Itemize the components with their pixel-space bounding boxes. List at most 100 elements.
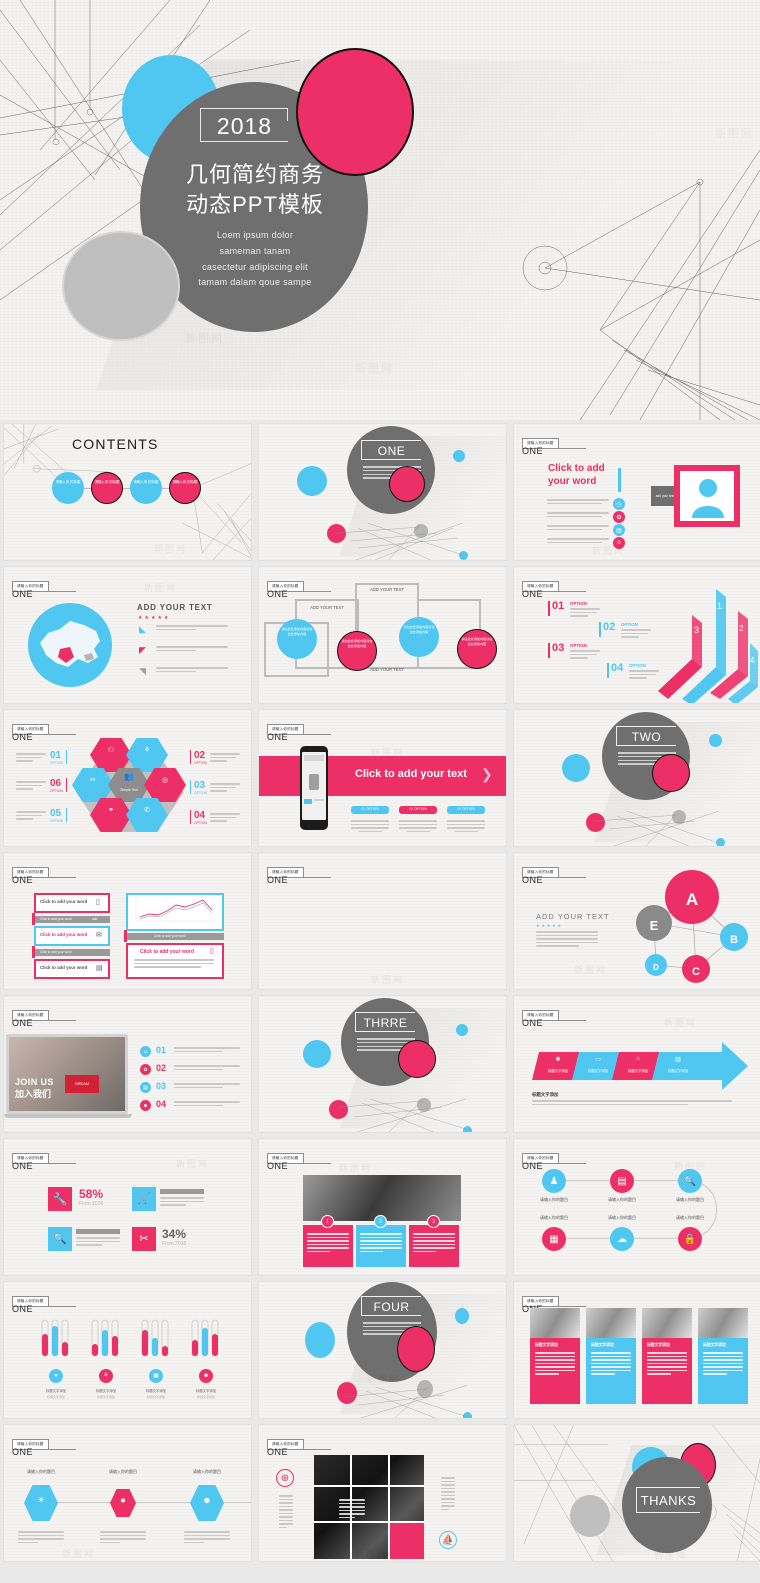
photo-card[interactable]: 标题文字添加 bbox=[642, 1308, 692, 1404]
slide-thumbnail-section-three[interactable]: THRRE bbox=[258, 995, 507, 1133]
contents-title: CONTENTS bbox=[72, 436, 159, 452]
svg-text:2: 2 bbox=[739, 624, 744, 633]
search-photo-icon: 🔍 bbox=[48, 1227, 72, 1251]
kpi-value: 34% bbox=[162, 1227, 187, 1241]
slide-header-rule bbox=[42, 877, 76, 878]
grid-icon[interactable]: ▦ bbox=[542, 1227, 566, 1251]
slide-thumbnail-photo-cards[interactable]: 请输入你的标题 ONE 标题文字添加标题文字添加标题文字添加标题文字添加 bbox=[513, 1281, 760, 1419]
contents-node-1[interactable] bbox=[52, 472, 84, 504]
profile-accent-line bbox=[618, 468, 621, 492]
slide-thumbnail-team-photo[interactable]: 请输入你的标题 ONE 1 2 3 新图网 bbox=[258, 1138, 507, 1276]
slide-thumbnail-contents[interactable]: CONTENTS 请输入你 的标题 请输入你 的标题 请输入你 的标题 请输入你… bbox=[3, 423, 252, 561]
map-marker-blue-icon: ◣ bbox=[139, 624, 146, 634]
option-number: 04 bbox=[611, 662, 624, 674]
phone-icon: ✆ bbox=[144, 807, 150, 814]
slide-thumbnail-mosaic[interactable]: 请输入你的标题 ONE ⊕ ⛵ 新图网 bbox=[258, 1424, 507, 1562]
contents-node-4[interactable] bbox=[169, 472, 201, 504]
slide-thumbnail-four-circles[interactable]: 请输入你的标题 ONE ADD YOUR TEXT ADD YOUR TEXT … bbox=[258, 566, 507, 704]
tube-icon-badge: ⚘ bbox=[99, 1369, 113, 1383]
item-number: 02 bbox=[156, 1063, 167, 1073]
thanks-word: THANKS bbox=[636, 1487, 700, 1513]
team-badge-1: 1 bbox=[321, 1215, 334, 1228]
circle-node-pink[interactable] bbox=[457, 629, 497, 669]
tube-icon-badge: ☻ bbox=[199, 1369, 213, 1383]
kpi-title-bar bbox=[76, 1229, 120, 1234]
line-chart-card[interactable] bbox=[126, 893, 224, 931]
slide-thumbnail-laptop[interactable]: 请输入你的标题 ONE JOIN US 加入我们 DREAM ☺ 01 ✿ 02 bbox=[3, 995, 252, 1133]
chevron-right-icon[interactable]: ❯ bbox=[481, 766, 493, 783]
svg-text:E: E bbox=[650, 918, 659, 933]
monitor-icon: ▤ bbox=[96, 965, 103, 972]
photo-card[interactable]: 标题文字添加 bbox=[586, 1308, 636, 1404]
circle-node-pink[interactable] bbox=[337, 631, 377, 671]
lock-icon[interactable]: 🔒 bbox=[678, 1227, 702, 1251]
slide-header-tag: 请输入你的标题 ONE bbox=[267, 860, 331, 885]
slide-thumbnail-map[interactable]: 请输入你的标题 ONE ADD YOUR TEXT ★★★★★ ◣ ◤ ◥ 新图… bbox=[3, 566, 252, 704]
cover-title-line2: 动态PPT模板 bbox=[186, 191, 324, 217]
card-title: 标题文字添加 bbox=[647, 1343, 670, 1347]
user-icon: ☻ bbox=[140, 1100, 151, 1111]
chain-label: 请输入你的题目 bbox=[676, 1197, 704, 1202]
tube-item[interactable]: ♦ 标题文字添加 标题文字添加 bbox=[36, 1318, 76, 1400]
laptop-base bbox=[4, 1114, 132, 1118]
photo-card[interactable]: 标题文字添加 bbox=[698, 1308, 748, 1404]
slide-header-rule bbox=[297, 1163, 331, 1164]
circle-node-blue[interactable] bbox=[399, 617, 439, 657]
slide-header-rule bbox=[297, 591, 331, 592]
slide-thumbnail-hex-timeline[interactable]: 请输入你的标题 ONE ☀ ✹ ☻ 请输入你的题目 请输入你的题目 请输入你的题… bbox=[3, 1424, 252, 1562]
cover-slide[interactable]: 2018 几何简约商务 动态PPT模板 Loem ipsum dolor sam… bbox=[0, 0, 760, 420]
building-icon: ▥ bbox=[675, 1057, 681, 1063]
slide-thumbnail-profile[interactable]: 请输入你的标题 ONE Click to add your word ◷ ✿ ▤… bbox=[513, 423, 760, 561]
laptop-badge: DREAM bbox=[65, 1075, 99, 1093]
hex-option-number: 06 bbox=[50, 778, 62, 789]
chart-icon[interactable]: ▤ bbox=[610, 1169, 634, 1193]
chain-label: 请输入你的题目 bbox=[540, 1215, 568, 1220]
photo-card[interactable]: 标题文字添加 bbox=[530, 1308, 580, 1404]
option-number: 02 bbox=[603, 621, 616, 633]
card-photo bbox=[586, 1308, 636, 1338]
slide-thumbnail-donuts[interactable]: 请输入你的标题 ONE 新图网 bbox=[258, 852, 507, 990]
slide-thumbnail-section-two[interactable]: TWO bbox=[513, 709, 760, 847]
slide-thumbnail-arrow-process[interactable]: 请输入你的标题 ONE ✾ ▭ ⌂ ▥ 标题文字添加 标题文字添加 标题文字添加… bbox=[513, 995, 760, 1133]
clock-icon: ◷ bbox=[613, 498, 625, 510]
chain-connector bbox=[558, 1180, 718, 1239]
slide-thumbnail-network[interactable]: 请输入你的标题 ONE ADD YOUR TEXT ★★★★★ A B C D … bbox=[513, 852, 760, 990]
tools-icon: ✂ bbox=[90, 777, 96, 784]
contents-node-2[interactable] bbox=[91, 472, 123, 504]
slide-thumbnail-kpi[interactable]: 请输入你的标题 ONE 🔧 58% From 2018 🛒 🔍 ✂ 34% Fr… bbox=[3, 1138, 252, 1276]
slide-thumbnail-section-four[interactable]: FOUR 新图网 bbox=[258, 1281, 507, 1419]
bulb-icon: ☀ bbox=[36, 1495, 46, 1505]
laptop-mockup: JOIN US 加入我们 DREAM bbox=[6, 1034, 128, 1114]
slide-thumbnail-chain[interactable]: 请输入你的标题 ONE ♟ ▤ 🔍 ▦ ☁ 🔒 请输入你的题目 请输入你的题目 … bbox=[513, 1138, 760, 1276]
slide-thumbnail-section-one[interactable]: ONE bbox=[258, 423, 507, 561]
slide-header-tag: 请输入你的标题 ONE bbox=[12, 1289, 76, 1314]
circle-text: 请在此处添加内容请在此处添加内容 bbox=[461, 637, 493, 646]
slide-header-rule bbox=[297, 877, 331, 878]
tube-item[interactable]: ▣ 标题文字添加 标题文字添加 bbox=[136, 1318, 176, 1400]
slide-thumbnail-test-tubes[interactable]: 请输入你的标题 ONE ♦ 标题文字添加 标题文字添加 ⚘ 标题文字添加 标题文字添加 ▣ 标… bbox=[3, 1281, 252, 1419]
slide-header-rule bbox=[552, 1306, 586, 1307]
group-icon: ⚇ bbox=[107, 747, 115, 754]
slide-thumbnail-chart-cards[interactable]: 请输入你的标题 ONE Click to add your word ▯ Cli… bbox=[3, 852, 252, 990]
slide-thumbnail-thanks[interactable]: THANKS 新图网 bbox=[513, 1424, 760, 1562]
contents-node-3[interactable] bbox=[130, 472, 162, 504]
slide-thumbnail-hexagon[interactable]: 请输入你的标题 ONE 👥 Simple Text ⚇ ⚘ ✂ ◎ ⚭ ✆ 01 bbox=[3, 709, 252, 847]
slide-header-rule bbox=[42, 1163, 76, 1164]
slide-header-rule bbox=[42, 734, 76, 735]
tube-item[interactable]: ☻ 标题文字添加 标题文字添加 bbox=[186, 1318, 226, 1400]
slide-thumbnail-mobile-banner[interactable]: 请输入你的标题 ONE Click to add your text ❯ 01 … bbox=[258, 709, 507, 847]
slide-header-tag: 请输入你的标题 ONE bbox=[267, 717, 331, 742]
slide-header-rule bbox=[552, 448, 586, 449]
search-icon[interactable]: 🔍 bbox=[678, 1169, 702, 1193]
slide-thumbnail-option-bars[interactable]: 请输入你的标题 ONE 01 OPTION 02 OPTION 03 OPTIO… bbox=[513, 566, 760, 704]
cloud-icon[interactable]: ☁ bbox=[610, 1227, 634, 1251]
slide-header-tag: 请输入你的标题 ONE bbox=[267, 1146, 331, 1171]
tube-item[interactable]: ⚘ 标题文字添加 标题文字添加 bbox=[86, 1318, 126, 1400]
circle-node-blue[interactable] bbox=[277, 619, 317, 659]
hex-option-label: OPTION bbox=[194, 791, 207, 795]
person-icon[interactable]: ♟ bbox=[542, 1169, 566, 1193]
watermark: 新图网 bbox=[154, 544, 188, 554]
slide-header-tag: 请输入你的标题 ONE bbox=[267, 574, 331, 599]
cover-subtitle-line: casectetur adipiscing elit bbox=[202, 261, 308, 272]
slide-header-rule bbox=[297, 1449, 331, 1450]
